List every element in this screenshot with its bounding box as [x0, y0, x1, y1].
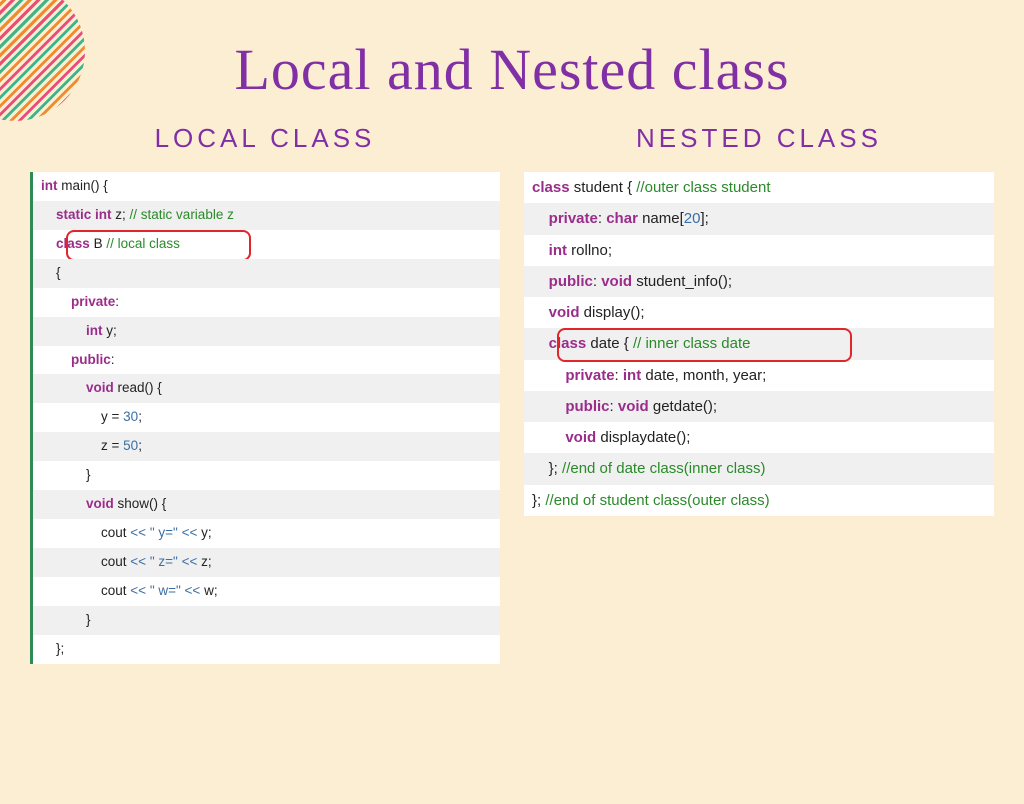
left-column: LOCAL CLASS int main() { static int z; /… [30, 123, 500, 664]
code-line: class B // local class [33, 230, 500, 259]
code-line: }; [33, 635, 500, 664]
code-line: private: int date, month, year; [524, 360, 994, 391]
right-heading: NESTED CLASS [524, 123, 994, 154]
code-line: public: [33, 346, 500, 375]
code-line: { [33, 259, 500, 288]
code-line: void displaydate(); [524, 422, 994, 453]
code-line: y = 30; [33, 403, 500, 432]
code-line: void read() { [33, 374, 500, 403]
columns-wrapper: LOCAL CLASS int main() { static int z; /… [0, 123, 1024, 664]
code-line: public: void getdate(); [524, 391, 994, 422]
code-line: cout << " z=" << z; [33, 548, 500, 577]
code-line: int main() { [33, 172, 500, 201]
code-line: int rollno; [524, 235, 994, 266]
code-line: class student { //outer class student [524, 172, 994, 203]
code-line: class date { // inner class date [524, 328, 994, 359]
code-line: void show() { [33, 490, 500, 519]
code-line: private: char name[20]; [524, 203, 994, 234]
page-title: Local and Nested class [0, 36, 1024, 103]
code-line: }; //end of student class(outer class) [524, 485, 994, 516]
code-line: z = 50; [33, 432, 500, 461]
code-line: cout << " w=" << w; [33, 577, 500, 606]
code-line: private: [33, 288, 500, 317]
left-code-box: int main() { static int z; // static var… [30, 172, 500, 664]
code-line: }; //end of date class(inner class) [524, 453, 994, 484]
code-line: int y; [33, 317, 500, 346]
left-heading: LOCAL CLASS [30, 123, 500, 154]
right-code-box: class student { //outer class student pr… [524, 172, 994, 516]
code-line: } [33, 606, 500, 635]
code-line: public: void student_info(); [524, 266, 994, 297]
code-line: cout << " y=" << y; [33, 519, 500, 548]
code-line: } [33, 461, 500, 490]
right-column: NESTED CLASS class student { //outer cla… [524, 123, 994, 664]
code-line: static int z; // static variable z [33, 201, 500, 230]
code-line: void display(); [524, 297, 994, 328]
